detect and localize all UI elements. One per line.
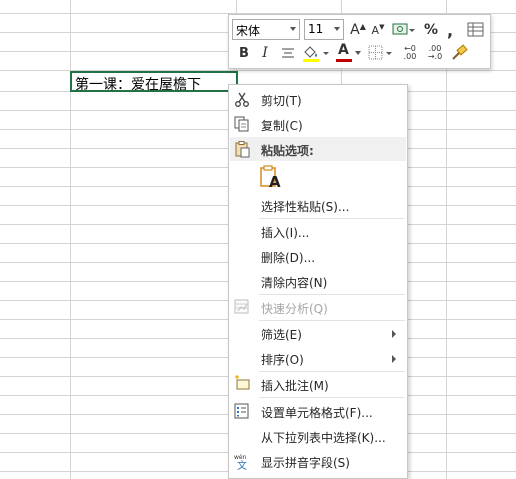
menu-item-label: 剪切(T) bbox=[261, 94, 302, 108]
context-menu: 剪切(T) 复制(C) 粘贴选项: A 选择性粘贴(S)... 插入(I)... bbox=[228, 84, 408, 479]
paste-button[interactable]: A bbox=[259, 165, 283, 191]
format-cells-icon bbox=[234, 403, 249, 419]
decrease-decimal-button[interactable]: .00 →.0 bbox=[424, 42, 446, 64]
phonetic-icon: wén 文 bbox=[234, 454, 247, 470]
paste-button-letter: A bbox=[269, 173, 281, 191]
font-color-button[interactable]: A bbox=[335, 42, 363, 64]
menu-item-filter[interactable]: 筛选(E) bbox=[229, 321, 407, 346]
font-color-swatch bbox=[336, 59, 352, 62]
font-name-value: 宋体 bbox=[236, 24, 261, 38]
svg-text:文: 文 bbox=[237, 459, 247, 470]
menu-item-label: 显示拼音字段(S) bbox=[261, 456, 350, 470]
menu-item-label: 插入(I)... bbox=[261, 226, 310, 240]
align-center-icon bbox=[282, 48, 294, 58]
decrease-decimal-icon: .00 →.0 bbox=[427, 44, 443, 61]
menu-item-label: 复制(C) bbox=[261, 119, 303, 133]
borders-icon bbox=[368, 45, 392, 60]
paste-options-header: 粘贴选项: bbox=[230, 137, 406, 161]
menu-item-paste-special[interactable]: 选择性粘贴(S)... bbox=[229, 193, 407, 218]
menu-item-pick-from-dropdown[interactable]: 从下拉列表中选择(K)... bbox=[229, 424, 407, 449]
increase-font-label: A bbox=[350, 22, 360, 38]
menu-item-label: 删除(D)... bbox=[261, 251, 316, 265]
chevron-down-icon[interactable] bbox=[334, 27, 340, 31]
paste-options-label: 粘贴选项: bbox=[261, 144, 314, 158]
italic-button[interactable]: I bbox=[257, 42, 273, 64]
active-cell[interactable]: 第一课：爱在屋檐下 bbox=[70, 71, 240, 94]
format-table-button[interactable] bbox=[466, 19, 486, 41]
svg-text:wén: wén bbox=[234, 454, 247, 461]
copy-icon bbox=[234, 116, 249, 132]
menu-item-label: 插入批注(M) bbox=[261, 379, 329, 393]
format-painter-button[interactable] bbox=[449, 42, 469, 64]
menu-item-format-cells[interactable]: 设置单元格格式(F)... bbox=[229, 399, 407, 424]
menu-item-clear-contents[interactable]: 清除内容(N) bbox=[229, 269, 407, 294]
menu-item-label: 选择性粘贴(S)... bbox=[261, 200, 350, 214]
insert-comment-icon bbox=[235, 375, 250, 390]
menu-separator bbox=[259, 397, 405, 398]
table-icon bbox=[467, 22, 484, 37]
menu-item-delete[interactable]: 删除(D)... bbox=[229, 244, 407, 269]
chevron-down-icon bbox=[355, 51, 361, 55]
cell-value: 第一课：爱在屋檐下 bbox=[75, 77, 201, 93]
increase-decimal-button[interactable]: ←0.00 bbox=[399, 42, 421, 64]
font-size-value: 11 bbox=[308, 22, 324, 36]
menu-item-label: 清除内容(N) bbox=[261, 276, 328, 290]
paste-icon bbox=[235, 141, 250, 158]
menu-item-label: 快速分析(Q) bbox=[261, 302, 328, 316]
percent-style-button[interactable]: % bbox=[422, 19, 440, 41]
format-painter-icon bbox=[452, 44, 468, 60]
mini-toolbar: 宋体 11 A ▲ A ▼ % , B I A ←0 .00 .00 →.0 bbox=[228, 14, 491, 69]
accounting-format-button[interactable] bbox=[390, 19, 416, 41]
comma-style-button[interactable]: , bbox=[443, 19, 457, 41]
fill-color-button[interactable] bbox=[301, 42, 331, 64]
chevron-down-icon[interactable] bbox=[290, 27, 296, 31]
increase-decimal-icon: ←0.00 bbox=[403, 44, 417, 61]
decrease-decimal-label: .00 bbox=[428, 44, 442, 53]
menu-item-cut[interactable]: 剪切(T) bbox=[229, 87, 407, 112]
scissors-icon bbox=[235, 92, 249, 107]
menu-item-copy[interactable]: 复制(C) bbox=[229, 112, 407, 137]
menu-item-sort[interactable]: 排序(O) bbox=[229, 346, 407, 371]
font-name-box[interactable]: 宋体 bbox=[232, 19, 300, 40]
menu-item-insert-comment[interactable]: 插入批注(M) bbox=[229, 372, 407, 397]
borders-button[interactable] bbox=[367, 42, 395, 64]
menu-item-insert[interactable]: 插入(I)... bbox=[229, 219, 407, 244]
align-center-button[interactable] bbox=[279, 42, 297, 64]
menu-item-quick-analysis: 快速分析(Q) bbox=[229, 295, 407, 320]
bold-button[interactable]: B bbox=[236, 42, 252, 64]
decrease-font-size-button[interactable]: A ▼ bbox=[369, 19, 387, 41]
quick-analysis-icon bbox=[234, 299, 249, 314]
menu-item-label: 从下拉列表中选择(K)... bbox=[261, 431, 386, 445]
fill-color-icon bbox=[303, 46, 329, 62]
font-size-box[interactable]: 11 bbox=[304, 19, 344, 40]
chevron-right-icon bbox=[392, 330, 396, 338]
menu-item-label: 设置单元格格式(F)... bbox=[261, 406, 373, 420]
menu-item-label: 排序(O) bbox=[261, 353, 304, 367]
menu-item-label: 筛选(E) bbox=[261, 328, 302, 342]
menu-item-show-phonetic[interactable]: wén 文 显示拼音字段(S) bbox=[229, 449, 407, 474]
accounting-format-icon bbox=[392, 23, 415, 35]
font-color-letter: A bbox=[338, 42, 349, 58]
increase-decimal-label: .00 bbox=[403, 52, 417, 61]
increase-font-size-button[interactable]: A ▲ bbox=[349, 19, 367, 41]
decrease-font-label: A bbox=[371, 23, 380, 37]
chevron-right-icon bbox=[392, 355, 396, 363]
